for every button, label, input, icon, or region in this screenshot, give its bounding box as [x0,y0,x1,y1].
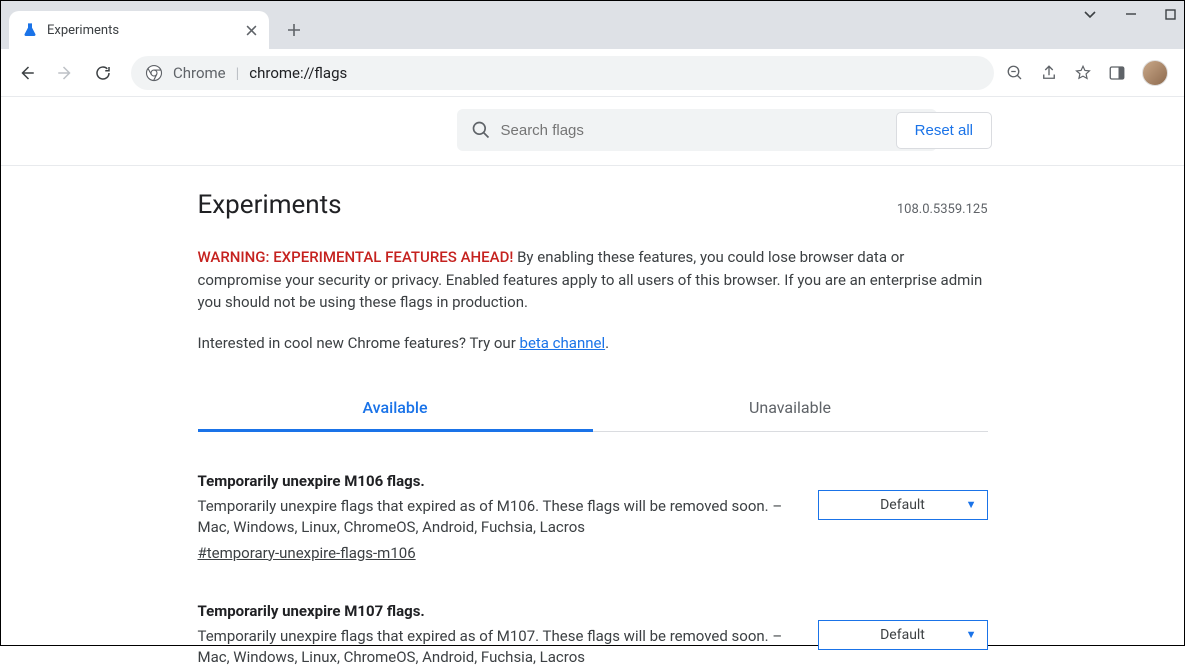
beta-intro: Interested in cool new Chrome features? … [198,334,520,352]
address-bar[interactable]: Chrome | chrome://flags [131,56,994,90]
page-content: Reset all Experiments 108.0.5359.125 WAR… [1,97,1184,668]
bookmark-star-icon[interactable] [1074,64,1092,82]
warning-text: WARNING: EXPERIMENTAL FEATURES AHEAD! By… [198,246,988,314]
flag-dropdown-value: Default [880,627,925,643]
page-title: Experiments [198,190,342,220]
search-box[interactable] [457,109,937,151]
tab-title: Experiments [47,23,238,38]
reset-all-button[interactable]: Reset all [896,112,992,149]
url-separator: | [236,64,240,82]
beta-channel-line: Interested in cool new Chrome features? … [198,334,988,352]
close-tab-icon[interactable] [246,25,257,36]
beta-channel-link[interactable]: beta channel [520,334,606,352]
flag-description: Temporarily unexpire flags that expired … [198,496,794,538]
tab-unavailable[interactable]: Unavailable [593,386,988,432]
flag-tabs: Available Unavailable [198,386,988,432]
back-button[interactable] [11,57,43,89]
flag-title: Temporarily unexpire M106 flags. [198,472,794,490]
version-label: 108.0.5359.125 [897,202,988,217]
flag-description: Temporarily unexpire flags that expired … [198,626,794,668]
flags-topbar: Reset all [1,97,1184,166]
search-input[interactable] [501,122,923,139]
tab-strip: Experiments [1,1,1184,49]
zoom-icon[interactable] [1006,64,1024,82]
flag-title: Temporarily unexpire M107 flags. [198,602,794,620]
tab-available[interactable]: Available [198,386,593,432]
sidepanel-icon[interactable] [1108,64,1126,82]
flag-item: Temporarily unexpire M106 flags. Tempora… [198,472,988,562]
new-tab-button[interactable] [279,15,309,45]
flag-dropdown-value: Default [880,497,925,513]
maximize-icon[interactable] [1165,9,1176,20]
flag-item: Temporarily unexpire M107 flags. Tempora… [198,602,988,668]
chevron-down-icon[interactable] [1083,7,1097,21]
beta-suffix: . [605,334,609,352]
url-text: chrome://flags [249,64,347,82]
browser-toolbar: Chrome | chrome://flags [1,49,1184,97]
chrome-icon [145,64,163,82]
flag-dropdown[interactable]: Default ▼ [818,620,988,650]
warning-prefix: WARNING: EXPERIMENTAL FEATURES AHEAD! [198,248,514,266]
flask-icon [21,21,39,39]
flag-anchor-link[interactable]: #temporary-unexpire-flags-m106 [198,544,416,562]
window-controls [1083,7,1176,21]
toolbar-actions [1006,60,1174,86]
profile-avatar[interactable] [1142,60,1168,86]
search-icon [471,120,491,140]
browser-tab[interactable]: Experiments [9,11,269,49]
reload-button[interactable] [87,57,119,89]
chevron-down-icon: ▼ [966,498,977,511]
share-icon[interactable] [1040,64,1058,82]
chevron-down-icon: ▼ [966,628,977,641]
minimize-icon[interactable] [1125,8,1137,20]
forward-button[interactable] [49,57,81,89]
flag-dropdown[interactable]: Default ▼ [818,490,988,520]
url-scheme: Chrome [173,64,226,82]
